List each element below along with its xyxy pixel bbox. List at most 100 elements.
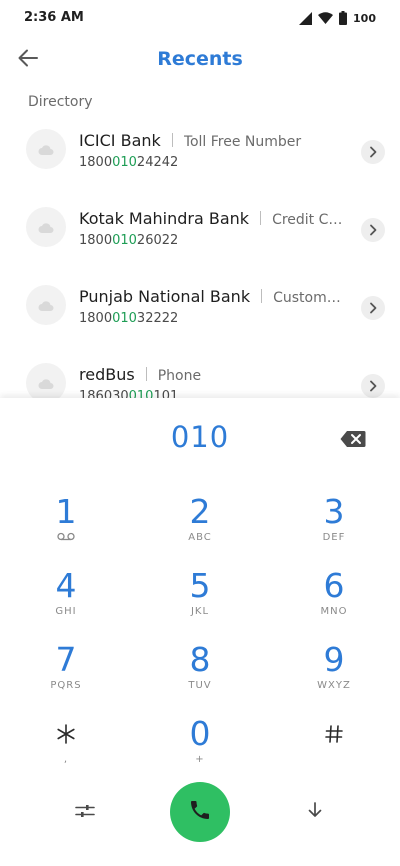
key-3[interactable]: 3 DEF [284,494,384,558]
contact-type: Credit Card/... [272,212,349,228]
contact-type: Phone [157,368,202,384]
key-8[interactable]: 8 TUV [150,642,250,706]
number-prefix: 1800 [79,233,113,248]
key-letters: GHI [55,606,77,617]
sliders-icon [75,803,95,822]
phone-icon [188,798,212,826]
voicemail-icon [16,532,116,544]
backspace-button[interactable] [340,430,366,448]
contact-name: Kotak Mahindra Bank [79,209,250,228]
battery-icon [339,11,348,25]
separator [145,367,147,381]
number-suffix: 32222 [136,311,179,326]
asterisk-icon [16,716,116,752]
contact-name: ICICI Bank [79,131,161,150]
number-suffix: 24242 [136,155,179,170]
number-suffix: 26022 [136,233,179,248]
page-title: Recents [157,48,243,70]
number-match: 010 [112,233,137,248]
number-match: 010 [112,311,137,326]
key-digit: 9 [323,640,345,679]
chevron-right-icon [369,299,377,318]
key-7[interactable]: 7 PQRS [16,642,116,706]
options-button[interactable] [69,796,101,828]
collapse-dialpad-button[interactable] [299,796,331,828]
app-header: Recents [0,36,400,84]
key-letters: MNO [320,606,348,617]
key-digit: 6 [323,566,345,605]
details-button[interactable] [361,218,385,242]
avatar [26,207,66,247]
separator [171,133,173,147]
key-5[interactable]: 5 JKL [150,568,250,632]
key-9[interactable]: 9 WXYZ [284,642,384,706]
call-button[interactable] [170,782,230,842]
key-hash[interactable] [284,716,384,780]
contact-number: 180001024242 [79,155,349,170]
chevron-right-icon [369,377,377,396]
contact-row[interactable]: Punjab National Bank Customer C... 18000… [0,269,400,347]
key-letters: WXYZ [317,680,351,691]
key-letters: JKL [190,606,210,617]
chevron-right-icon [369,143,377,162]
directory-label: Directory [28,94,93,110]
key-digit: 2 [189,492,211,531]
contact-number: 180001026022 [79,233,349,248]
status-bar: 2:36 AM 100 [0,0,400,36]
status-icons: 100 [299,10,376,26]
contact-text: Punjab National Bank Customer C... 18000… [79,287,349,326]
number-match: 010 [112,155,137,170]
cloud-icon [38,374,54,393]
key-2[interactable]: 2 ABC [150,494,250,558]
cloud-icon [38,296,54,315]
chevron-right-icon [369,221,377,240]
contact-name: redBus [79,365,135,384]
key-6[interactable]: 6 MNO [284,568,384,632]
key-letters: TUV [188,680,212,691]
contact-text: Kotak Mahindra Bank Credit Card/... 1800… [79,209,349,248]
contact-type: Customer C... [273,290,349,306]
number-prefix: 1800 [79,311,113,326]
key-star[interactable]: , [16,716,116,780]
contact-list: ICICI Bank Toll Free Number 180001024242… [0,113,400,425]
key-letters: DEF [322,532,346,543]
details-button[interactable] [361,296,385,320]
contact-type: Toll Free Number [183,134,302,150]
backspace-icon [340,431,366,452]
key-1[interactable]: 1 [16,494,116,558]
key-letters: ABC [188,532,212,543]
wifi-icon [318,12,334,24]
dialpad-bottom-bar [0,782,400,842]
signal-icon [299,11,313,25]
contact-row[interactable]: Kotak Mahindra Bank Credit Card/... 1800… [0,191,400,269]
hash-icon [284,716,384,752]
arrow-down-icon [308,802,322,822]
separator [261,289,263,303]
status-time: 2:36 AM [24,10,84,25]
key-letters: , [63,754,69,765]
key-digit: 0 [189,714,211,753]
key-letters: PQRS [50,680,82,691]
avatar [26,363,66,403]
cloud-icon [38,218,54,237]
contact-number: 180001032222 [79,311,349,326]
contact-row[interactable]: ICICI Bank Toll Free Number 180001024242 [0,113,400,191]
avatar [26,129,66,169]
number-prefix: 1800 [79,155,113,170]
key-digit: 5 [189,566,211,605]
battery-level: 100 [353,11,376,25]
separator [260,211,262,225]
avatar [26,285,66,325]
key-4[interactable]: 4 GHI [16,568,116,632]
cloud-icon [38,140,54,159]
key-letters: + [195,754,205,765]
key-digit: 7 [55,640,77,679]
key-digit: 3 [323,492,345,531]
details-button[interactable] [361,374,385,398]
key-digit: 1 [55,492,77,531]
key-0[interactable]: 0 + [150,716,250,780]
contact-text: ICICI Bank Toll Free Number 180001024242 [79,131,349,170]
key-digit: 8 [189,640,211,679]
details-button[interactable] [361,140,385,164]
key-digit: 4 [55,566,77,605]
